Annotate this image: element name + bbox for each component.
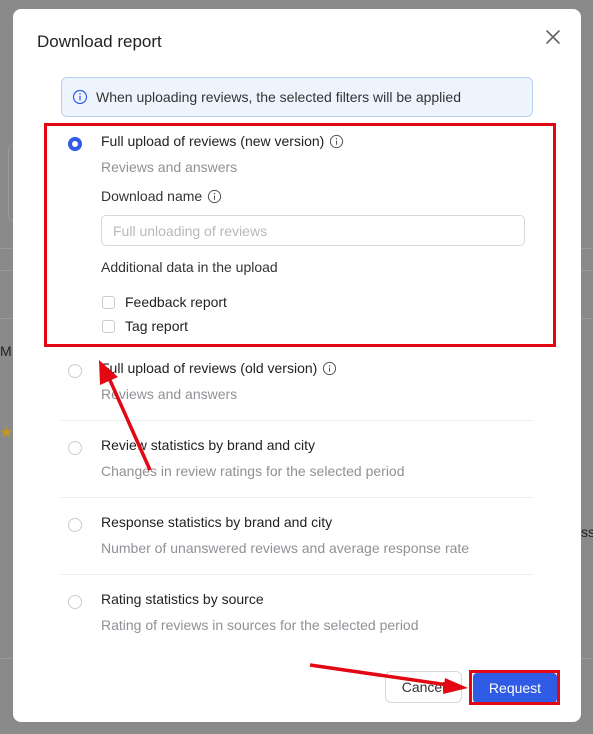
annotation-arrow-head	[99, 360, 118, 385]
annotation-arrows	[99, 360, 468, 694]
annotation-arrow-line	[309, 663, 449, 687]
annotation-arrow-head	[443, 678, 468, 694]
annotation-arrow-line	[107, 377, 152, 471]
